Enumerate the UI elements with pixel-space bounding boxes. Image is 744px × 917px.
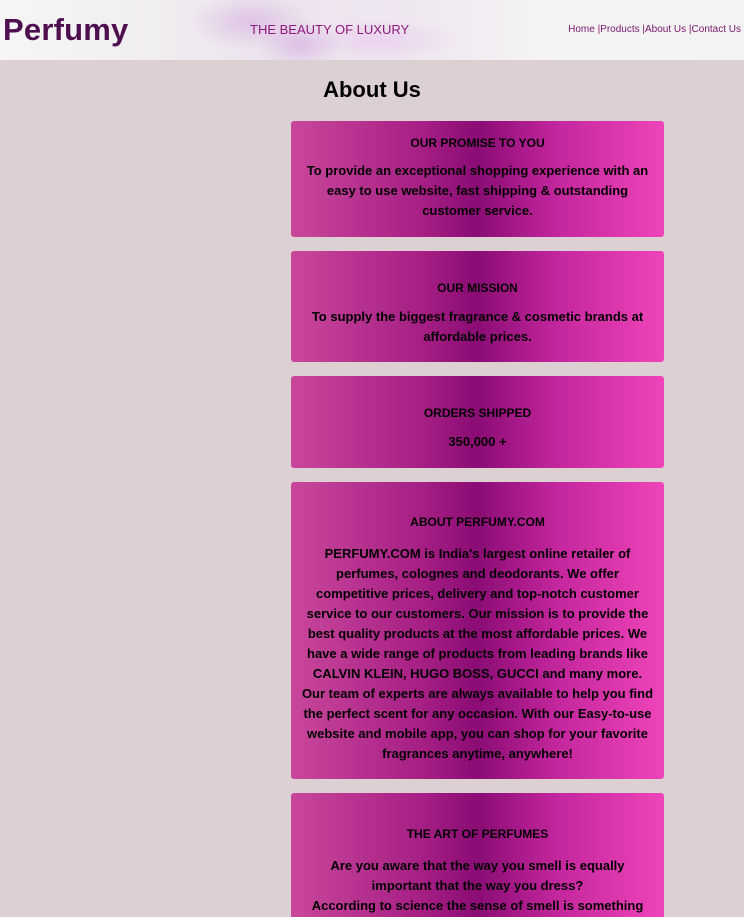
- mission-card: OUR MISSION To supply the biggest fragra…: [291, 251, 664, 362]
- card-body: PERFUMY.COM is India's largest online re…: [301, 546, 654, 761]
- site-logo[interactable]: Perfumy: [3, 12, 128, 48]
- art-of-perfumes-card: THE ART OF PERFUMES Are you aware that t…: [291, 793, 664, 917]
- card-title: ORDERS SHIPPED: [423, 406, 532, 420]
- main-nav: Home | Products | About Us | Contact Us: [568, 24, 741, 35]
- nav-contact-link[interactable]: Contact Us: [692, 24, 741, 35]
- site-tagline: THE BEAUTY OF LUXURY: [250, 22, 410, 37]
- nav-products-link[interactable]: Products |: [600, 24, 645, 35]
- card-title: ABOUT PERFUMY.COM: [410, 515, 545, 529]
- about-perfumy-card: ABOUT PERFUMY.COM PERFUMY.COM is India's…: [291, 482, 664, 779]
- orders-shipped-card: ORDERS SHIPPED 350,000 +: [291, 376, 664, 468]
- site-header: Perfumy THE BEAUTY OF LUXURY Home | Prod…: [0, 0, 744, 60]
- card-body: 350,000 +: [448, 434, 507, 449]
- nav-about-link[interactable]: About Us |: [645, 24, 692, 35]
- card-title: OUR PROMISE TO YOU: [410, 136, 545, 150]
- nav-home-link[interactable]: Home |: [568, 24, 600, 35]
- card-title: OUR MISSION: [437, 281, 518, 295]
- card-title: THE ART OF PERFUMES: [406, 827, 549, 841]
- card-body: To provide an exceptional shopping exper…: [306, 163, 649, 218]
- page-title: About Us: [323, 77, 421, 102]
- card-body: To supply the biggest fragrance & cosmet…: [311, 309, 644, 344]
- card-body: Are you aware that the way you smell is …: [330, 858, 625, 893]
- card-body-continued: According to science the sense of smell …: [311, 898, 644, 913]
- promise-card: OUR PROMISE TO YOU To provide an excepti…: [291, 121, 664, 237]
